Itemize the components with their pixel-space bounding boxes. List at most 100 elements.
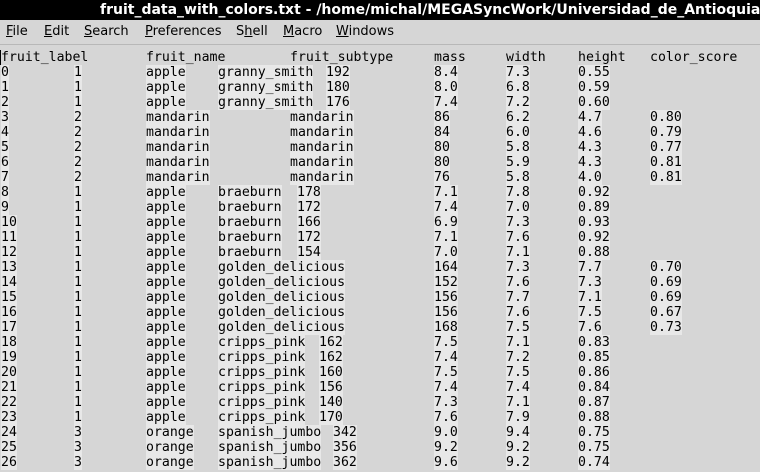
text-editor-area[interactable]: fruit_label fruit_name fruit_subtype mas… bbox=[0, 45, 760, 472]
cell-index: 18 bbox=[1, 335, 17, 350]
cell-fruit-name: apple bbox=[146, 290, 186, 305]
cell-width: 7.7 bbox=[506, 290, 530, 305]
cell-height: 4.6 bbox=[578, 125, 602, 140]
cell-fruit-label: 2 bbox=[74, 140, 82, 155]
menu-windows[interactable]: Windows bbox=[336, 20, 394, 44]
cell-fruit-subtype: braeburn bbox=[218, 215, 282, 230]
cell-index: 20 bbox=[1, 365, 17, 380]
cell-fruit-label: 1 bbox=[74, 305, 82, 320]
cell-mass: 342 bbox=[333, 425, 357, 440]
cell-width: 7.6 bbox=[506, 305, 530, 320]
cell-fruit-subtype: spanish_jumbo bbox=[218, 425, 322, 440]
cell-mass: 86 bbox=[434, 110, 450, 125]
cell-height: 4.0 bbox=[578, 170, 602, 185]
cell-fruit-name: mandarin bbox=[146, 125, 210, 140]
header-fruit-name: fruit_name bbox=[146, 50, 226, 65]
menu-preferences[interactable]: Preferences bbox=[145, 20, 221, 44]
cell-height: 7.1 bbox=[578, 290, 602, 305]
cell-width: 7.6 bbox=[434, 410, 458, 425]
cell-mass: 156 bbox=[434, 290, 458, 305]
table-row: 18 1 apple cripps_pink 162 7.5 7.1 0.83 bbox=[0, 335, 760, 350]
cell-mass: 76 bbox=[434, 170, 450, 185]
cell-height: 9.4 bbox=[506, 425, 530, 440]
cell-mass: 168 bbox=[434, 320, 458, 335]
table-row: 12 1 apple braeburn 154 7.0 7.1 0.88 bbox=[0, 245, 760, 260]
cell-color-score: 0.92 bbox=[578, 230, 610, 245]
cell-color-score: 0.73 bbox=[650, 320, 682, 335]
table-row: 14 1 apple golden_delicious 152 7.6 7.3 0.69 bbox=[0, 275, 760, 290]
cell-color-score: 0.77 bbox=[650, 140, 682, 155]
table-row: 6 2 mandarin mandarin 80 5.9 4.3 0.81 bbox=[0, 155, 760, 170]
menu-file[interactable]: File bbox=[6, 20, 28, 44]
cell-height: 7.3 bbox=[506, 215, 530, 230]
cell-mass: 84 bbox=[434, 125, 450, 140]
cell-height: 7.9 bbox=[506, 410, 530, 425]
cell-index: 8 bbox=[1, 185, 9, 200]
cell-height: 7.4 bbox=[506, 380, 530, 395]
cell-fruit-subtype: braeburn bbox=[218, 230, 282, 245]
cell-fruit-subtype: granny_smith bbox=[218, 80, 314, 95]
cell-fruit-name: apple bbox=[146, 365, 186, 380]
cell-fruit-label: 1 bbox=[74, 80, 82, 95]
cell-fruit-subtype: golden_delicious bbox=[218, 320, 346, 335]
cell-height: 7.7 bbox=[578, 260, 602, 275]
cell-fruit-subtype: golden_delicious bbox=[218, 290, 346, 305]
cell-fruit-label: 1 bbox=[74, 185, 82, 200]
table-row: 19 1 apple cripps_pink 162 7.4 7.2 0.85 bbox=[0, 350, 760, 365]
header-width: width bbox=[506, 50, 546, 65]
cell-mass: 172 bbox=[297, 200, 321, 215]
cell-color-score: 0.81 bbox=[650, 155, 682, 170]
menu-macro[interactable]: Macro bbox=[283, 20, 322, 44]
cell-height: 9.2 bbox=[506, 440, 530, 455]
cell-height: 7.3 bbox=[506, 65, 530, 80]
cell-color-score: 0.55 bbox=[578, 65, 610, 80]
cell-index: 26 bbox=[1, 455, 17, 470]
cell-fruit-subtype: granny_smith bbox=[218, 65, 314, 80]
cell-fruit-name: orange bbox=[146, 440, 194, 455]
cell-color-score: 0.70 bbox=[650, 260, 682, 275]
cell-height: 7.6 bbox=[578, 320, 602, 335]
cell-fruit-label: 2 bbox=[74, 110, 82, 125]
cell-mass: 140 bbox=[319, 395, 343, 410]
cell-color-score: 0.74 bbox=[578, 455, 610, 470]
cell-fruit-label: 1 bbox=[74, 95, 82, 110]
cell-mass: 170 bbox=[319, 410, 343, 425]
cell-index: 3 bbox=[1, 110, 9, 125]
cell-width: 8.4 bbox=[434, 65, 458, 80]
menu-edit[interactable]: Edit bbox=[44, 20, 69, 44]
table-row: 20 1 apple cripps_pink 160 7.5 7.5 0.86 bbox=[0, 365, 760, 380]
menu-search[interactable]: Search bbox=[84, 20, 129, 44]
table-row: 25 3 orange spanish_jumbo 356 9.2 9.2 0.75 bbox=[0, 440, 760, 455]
cell-mass: 180 bbox=[326, 80, 350, 95]
table-row: 10 1 apple braeburn 166 6.9 7.3 0.93 bbox=[0, 215, 760, 230]
cell-index: 0 bbox=[1, 65, 9, 80]
cell-fruit-label: 1 bbox=[74, 320, 82, 335]
cell-width: 7.1 bbox=[434, 185, 458, 200]
cell-mass: 156 bbox=[434, 305, 458, 320]
cell-mass: 362 bbox=[333, 455, 357, 470]
cell-color-score: 0.85 bbox=[578, 350, 610, 365]
cell-width: 7.5 bbox=[506, 320, 530, 335]
cell-mass: 152 bbox=[434, 275, 458, 290]
cell-mass: 356 bbox=[333, 440, 357, 455]
cell-width: 8.0 bbox=[434, 80, 458, 95]
cell-fruit-name: apple bbox=[146, 410, 186, 425]
cell-fruit-name: mandarin bbox=[146, 155, 210, 170]
table-row: 2 1 apple granny_smith 176 7.4 7.2 0.60 bbox=[0, 95, 760, 110]
table-row: 0 1 apple granny_smith 192 8.4 7.3 0.55 bbox=[0, 65, 760, 80]
cell-fruit-label: 1 bbox=[74, 245, 82, 260]
menu-shell[interactable]: Shell bbox=[236, 20, 268, 44]
cell-fruit-name: mandarin bbox=[146, 110, 210, 125]
cell-color-score: 0.89 bbox=[578, 200, 610, 215]
window-titlebar[interactable]: fruit_data_with_colors.txt - /home/micha… bbox=[0, 0, 760, 20]
cell-width: 7.4 bbox=[434, 95, 458, 110]
cell-fruit-subtype: granny_smith bbox=[218, 95, 314, 110]
cell-fruit-name: apple bbox=[146, 65, 186, 80]
table-row: 1 1 apple granny_smith 180 8.0 6.8 0.59 bbox=[0, 80, 760, 95]
cell-color-score: 0.93 bbox=[578, 215, 610, 230]
cell-fruit-subtype: mandarin bbox=[290, 110, 354, 125]
cell-fruit-label: 1 bbox=[74, 215, 82, 230]
cell-fruit-name: apple bbox=[146, 350, 186, 365]
window-menu-icon[interactable] bbox=[2, 2, 18, 18]
cell-fruit-name: apple bbox=[146, 395, 186, 410]
